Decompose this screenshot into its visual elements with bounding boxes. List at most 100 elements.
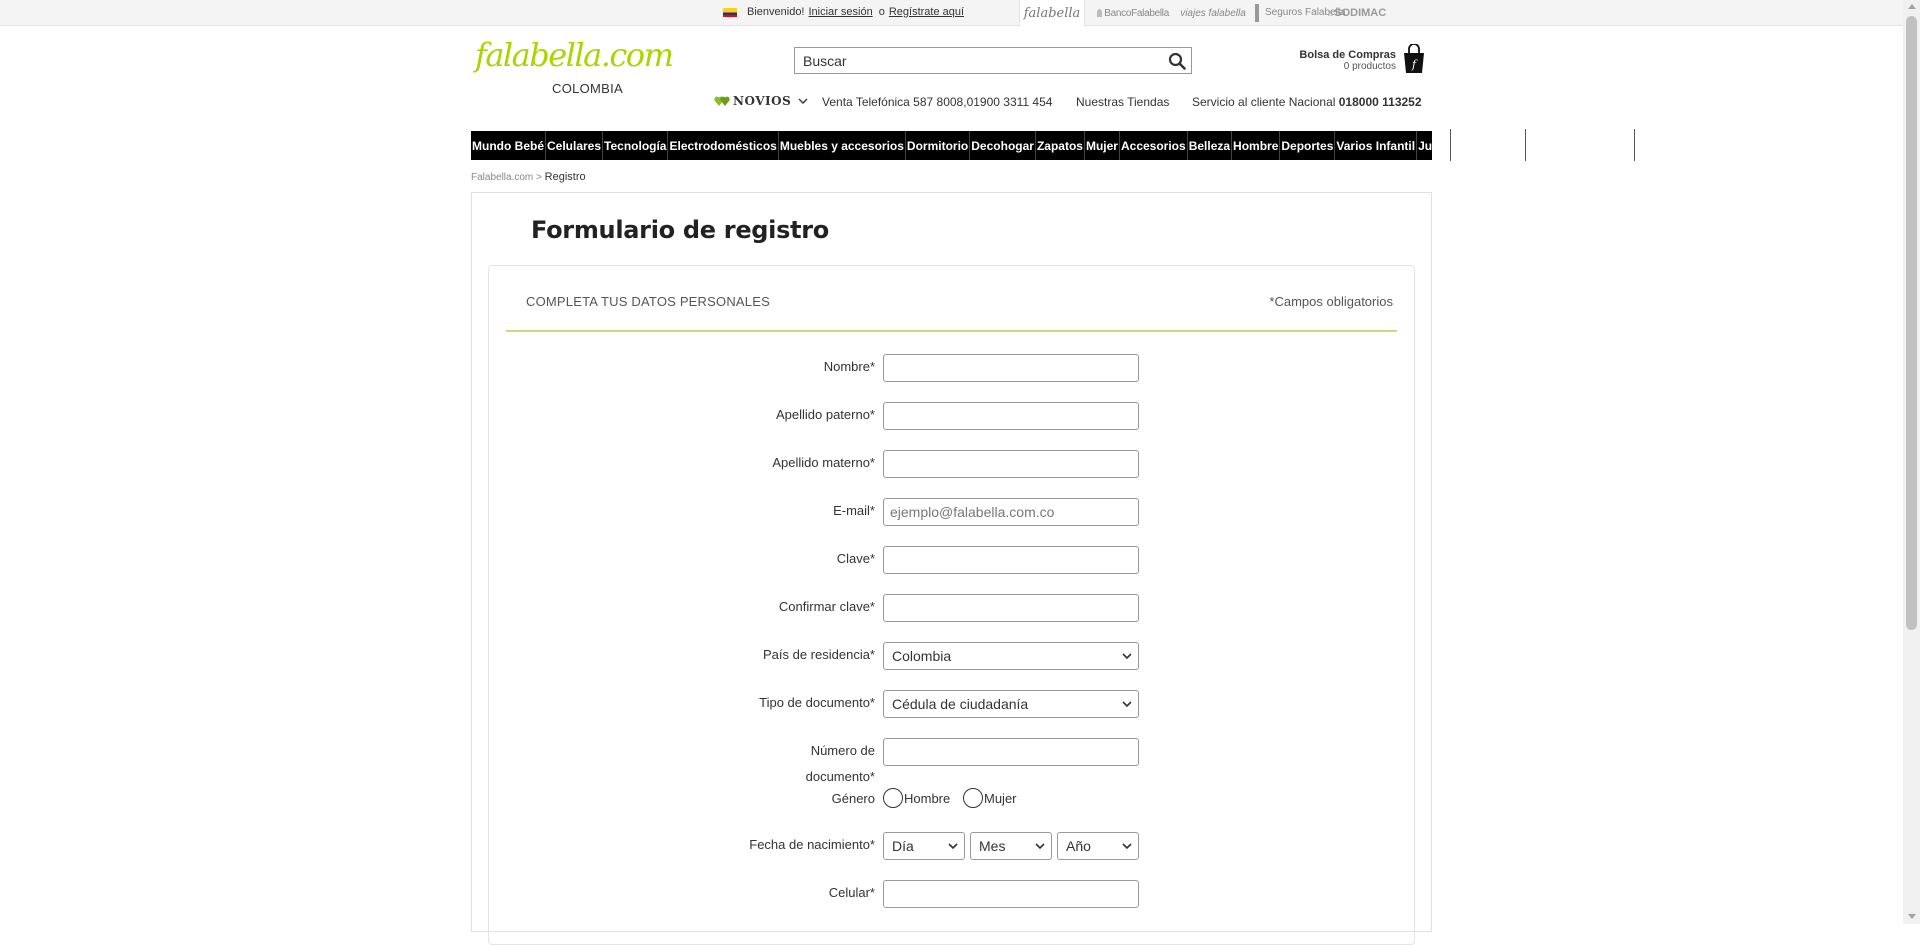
- divider: [1634, 129, 1635, 161]
- nombre-input[interactable]: [883, 354, 1139, 382]
- scrollbar-thumb[interactable]: [1906, 16, 1917, 630]
- category-item[interactable]: Hombre: [1232, 131, 1281, 160]
- label-apellido-materno: Apellido materno*: [772, 455, 875, 470]
- fecha-dia-select[interactable]: Día: [883, 832, 965, 860]
- scroll-down-icon[interactable]: [1908, 914, 1916, 919]
- category-menu: Mundo Bebé Celulares Tecnología Electrodomé…: [471, 131, 1432, 160]
- fecha-anio-select[interactable]: Año: [1057, 832, 1139, 860]
- chevron-down-icon: [1122, 843, 1132, 850]
- or-text: o: [878, 6, 885, 18]
- label-genero: Género: [831, 791, 875, 806]
- email-input[interactable]: [883, 498, 1139, 526]
- category-item[interactable]: Tecnología: [603, 131, 669, 160]
- label-numero-documento-1: Número de: [810, 743, 875, 758]
- brand-sodimac[interactable]: ⌂ SODIMAC: [1315, 0, 1399, 26]
- novios-label: NOVIOS: [733, 94, 792, 108]
- category-item[interactable]: Dormitorio: [906, 131, 971, 160]
- label-clave: Clave*: [836, 551, 875, 566]
- page-title: Formulario de registro: [531, 216, 829, 244]
- category-item[interactable]: Juguetería: [1417, 131, 1432, 160]
- celular-input[interactable]: [883, 880, 1139, 908]
- sodimac-house-icon: ⌂: [1327, 8, 1334, 18]
- logo-country: COLOMBIA: [552, 81, 624, 96]
- fecha-mes-select[interactable]: Mes: [970, 832, 1052, 860]
- category-item[interactable]: Varios Infantil: [1335, 131, 1418, 160]
- brand-falabella[interactable]: falabella: [1019, 0, 1085, 26]
- genero-hombre-radio[interactable]: Hombre: [883, 788, 950, 808]
- label-email: E-mail*: [833, 503, 875, 518]
- customer-service-number: 018000 113252: [1338, 95, 1422, 109]
- category-item[interactable]: Celulares: [546, 131, 604, 160]
- category-item[interactable]: Mundo Bebé: [471, 131, 546, 160]
- genero-mujer-radio[interactable]: Mujer: [963, 788, 1017, 808]
- our-stores-link[interactable]: Nuestras Tiendas: [1076, 95, 1169, 109]
- falabella-logo[interactable]: falabella.com COLOMBIA: [475, 39, 674, 96]
- breadcrumb-home[interactable]: Falabella.com: [471, 172, 533, 183]
- cart-title: Bolsa de Compras: [1299, 49, 1396, 61]
- genero-hombre-label: Hombre: [904, 790, 951, 806]
- radio-circle: [883, 788, 903, 808]
- pais-select-value: Colombia: [892, 648, 952, 664]
- brand-viajes-falabella[interactable]: viajes falabella: [1180, 0, 1246, 26]
- confirmar-clave-input[interactable]: [883, 594, 1139, 622]
- tipo-documento-select[interactable]: Cédula de ciudadanía: [883, 690, 1139, 718]
- welcome-text: Bienvenido!: [747, 6, 805, 18]
- breadcrumb-sep: >: [536, 172, 542, 183]
- label-tipo-documento: Tipo de documento*: [759, 695, 875, 710]
- customer-service-label: Servicio al cliente Nacional: [1192, 95, 1336, 109]
- category-item[interactable]: Electrodomésticos: [668, 131, 779, 160]
- brand-seguros-falabella[interactable]: Seguros Falabella: [1245, 0, 1346, 26]
- category-item[interactable]: Deportes: [1280, 131, 1336, 160]
- brand-seguros-falabella-label: Seguros Falabella: [1265, 7, 1346, 18]
- banco-falabella-icon: [1097, 9, 1103, 17]
- search-icon: [1168, 52, 1186, 70]
- chevron-down-icon: [1035, 843, 1045, 850]
- category-item[interactable]: Muebles y accesorios: [779, 131, 906, 160]
- category-item[interactable]: Zapatos: [1036, 131, 1085, 160]
- label-pais: País de residencia*: [762, 647, 875, 662]
- register-link[interactable]: Regístrate aquí: [889, 6, 964, 18]
- apellido-materno-input[interactable]: [883, 450, 1139, 478]
- required-note: *Campos obligatorios: [1269, 294, 1393, 309]
- genero-mujer-label: Mujer: [984, 790, 1017, 806]
- chevron-down-icon: [948, 843, 958, 850]
- novios-menu[interactable]: NOVIOS: [714, 94, 808, 108]
- pais-select[interactable]: Colombia: [883, 642, 1139, 670]
- cart-count: 0 productos: [1343, 61, 1396, 72]
- shopping-bag-icon: f: [1404, 44, 1424, 73]
- divider: [1450, 129, 1451, 161]
- fecha-dia-value: Día: [892, 838, 914, 854]
- search-button[interactable]: [1163, 48, 1191, 73]
- brand-sodimac-label: SODIMAC: [1334, 7, 1387, 19]
- section-heading: COMPLETA TUS DATOS PERSONALES: [526, 294, 770, 309]
- label-apellido-paterno: Apellido paterno*: [775, 407, 875, 422]
- divider: [1525, 129, 1526, 161]
- shopping-bag[interactable]: Bolsa de Compras 0 productos f: [1290, 44, 1426, 74]
- label-nombre: Nombre*: [823, 359, 875, 374]
- category-item[interactable]: Belleza: [1188, 131, 1233, 160]
- login-link[interactable]: Iniciar sesión: [809, 6, 873, 18]
- apellido-paterno-input[interactable]: [883, 402, 1139, 430]
- brand-banco-falabella[interactable]: BancoFalabella: [1085, 0, 1181, 26]
- top-strip: Bienvenido! Iniciar sesión o Regístrate …: [0, 0, 1920, 26]
- seguros-icon: [1255, 4, 1259, 22]
- search-box: [794, 47, 1192, 74]
- breadcrumb: Falabella.com > Registro: [471, 171, 586, 183]
- category-item[interactable]: Mujer: [1085, 131, 1120, 160]
- section-divider: [506, 330, 1397, 332]
- radio-circle: [963, 788, 983, 808]
- search-input[interactable]: [795, 48, 1163, 73]
- clave-input[interactable]: [883, 546, 1139, 574]
- label-fecha-nacimiento: Fecha de nacimiento*: [749, 837, 875, 852]
- label-confirmar-clave: Confirmar clave*: [778, 599, 875, 614]
- phone-sales: Venta Telefónica 587 8008,01900 3311 454: [822, 95, 1053, 109]
- category-item[interactable]: Accesorios: [1120, 131, 1188, 160]
- brand-banco-falabella-label: BancoFalabella: [1104, 7, 1169, 19]
- customer-service: Servicio al cliente Nacional 018000 1132…: [1192, 95, 1422, 109]
- fecha-anio-value: Año: [1066, 838, 1091, 854]
- welcome-bar: Bienvenido! Iniciar sesión o Regístrate …: [723, 6, 964, 18]
- category-item[interactable]: Decohogar: [970, 131, 1036, 160]
- label-celular: Celular*: [828, 885, 875, 900]
- numero-documento-input[interactable]: [883, 738, 1139, 766]
- scroll-up-icon[interactable]: [1908, 4, 1916, 9]
